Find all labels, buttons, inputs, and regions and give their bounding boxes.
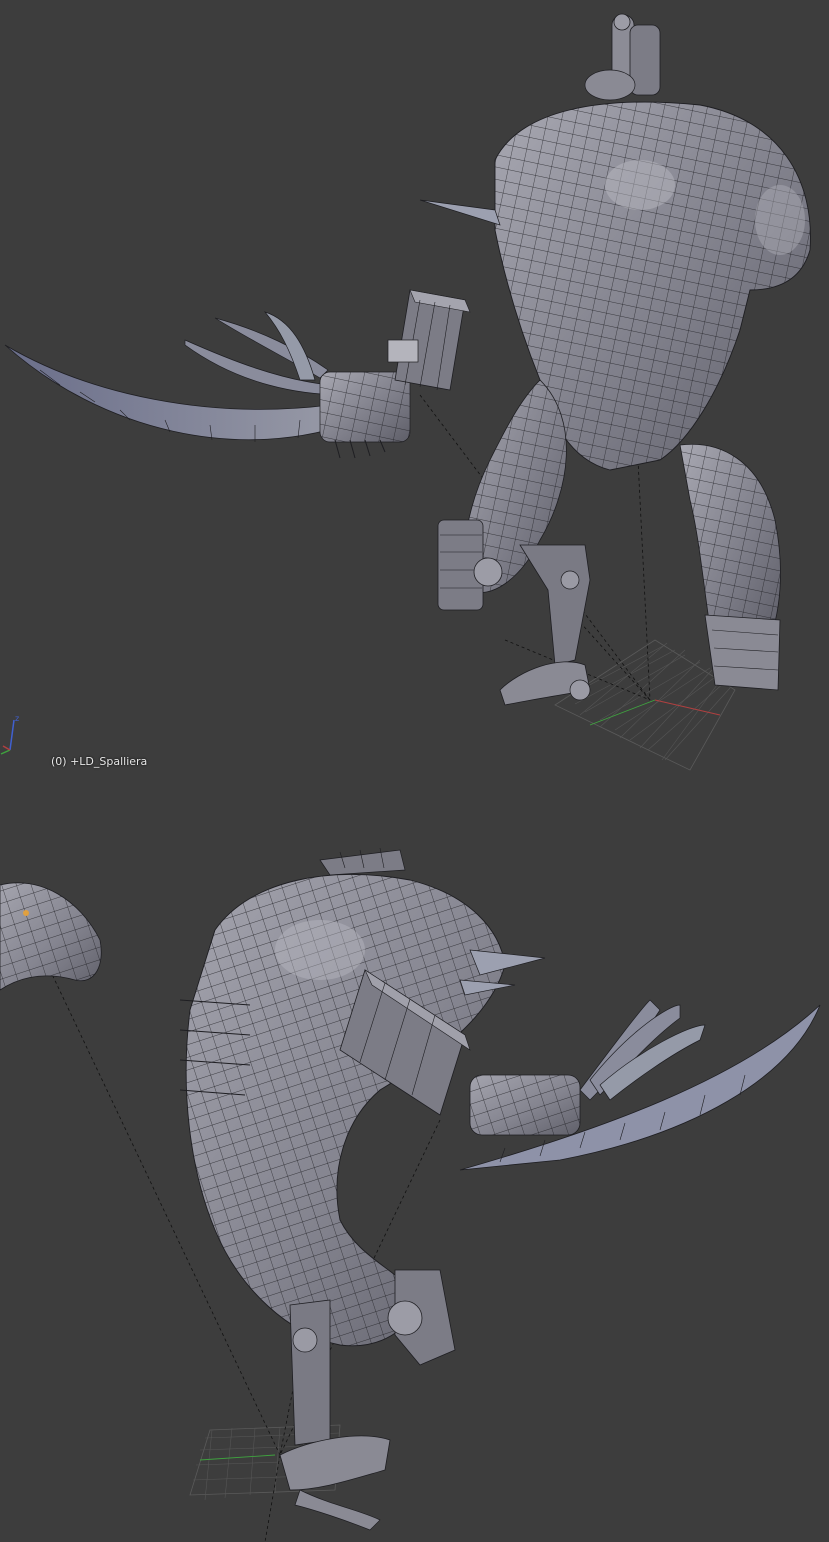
viewport-bottom[interactable] [0, 790, 829, 1542]
arm-device [387, 289, 471, 391]
partial-mesh [0, 882, 102, 991]
svg-text:z: z [15, 714, 19, 723]
back-spikes [319, 847, 406, 876]
hand [459, 999, 821, 1171]
viewport-top[interactable]: z (0) +LD_Spalliera [0, 0, 829, 790]
torso [419, 101, 811, 471]
ground-grid [554, 639, 736, 771]
right-leg [679, 443, 781, 691]
object-info-label: (0) +LD_Spalliera [51, 755, 148, 768]
shoulder-mechanism [584, 13, 661, 101]
